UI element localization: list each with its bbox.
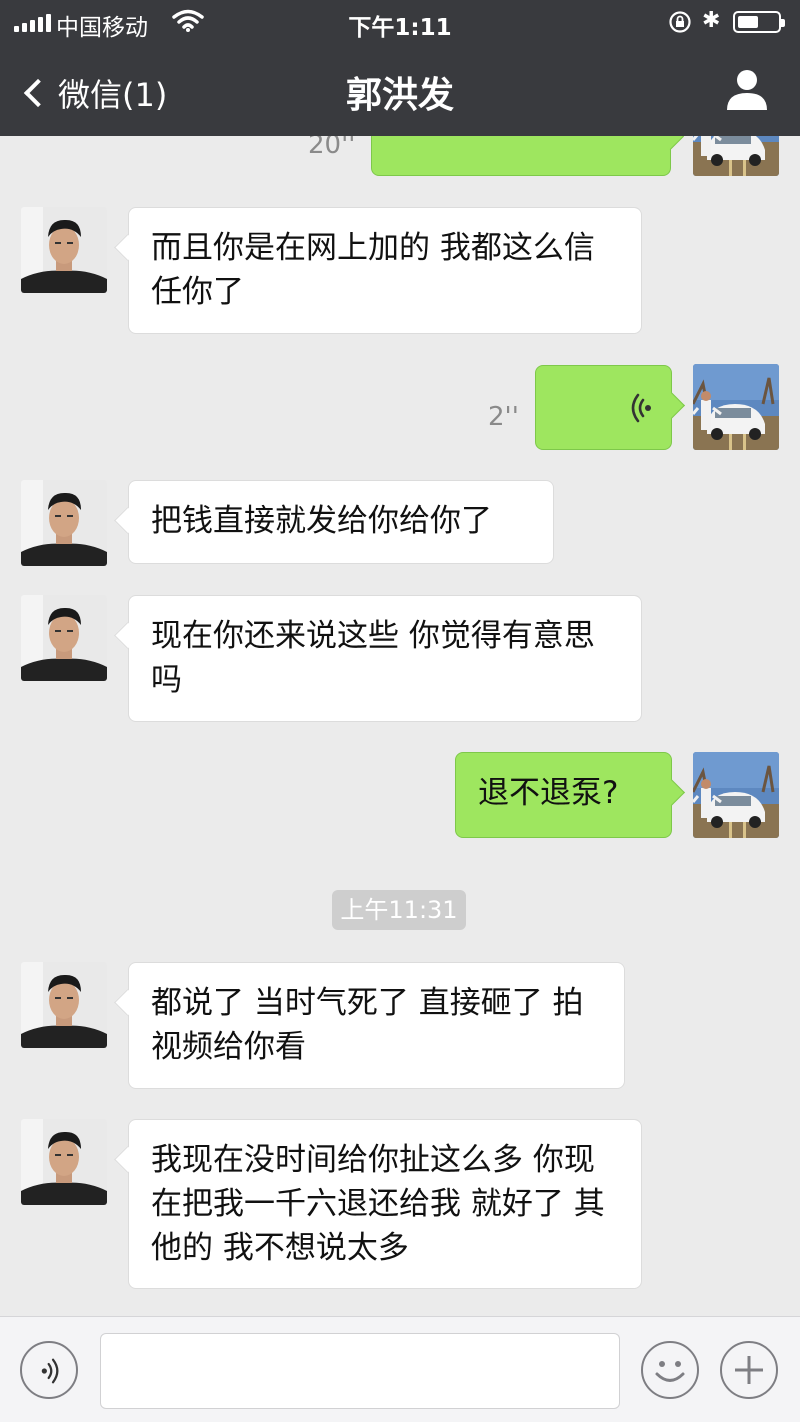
contact-avatar[interactable] [21,207,107,293]
text-message-bubble[interactable]: 退不退泵? [455,752,672,838]
bluetooth-icon: ✱ [702,8,721,33]
message-text: 把钱直接就发给你给你了 [151,503,492,539]
status-bar: 中国移动 下午1:11 ✱ [0,0,800,44]
voice-message-bubble[interactable] [535,365,672,450]
smiley-icon [655,1361,685,1382]
my-avatar[interactable] [693,752,779,838]
rotation-lock-icon [669,11,691,33]
text-message-bubble[interactable]: 而且你是在网上加的 我都这么信任你了 [128,207,642,334]
nav-bar: 微信(1) 郭洪发 [0,44,800,136]
contact-avatar[interactable] [21,480,107,566]
voice-wave-icon [40,1358,59,1384]
timestamp-label: 上午11:31 [332,890,466,930]
text-message-bubble[interactable]: 我现在没时间给你扯这么多 你现在把我一千六退还给我 就好了 其他的 我不想说太多 [128,1119,642,1289]
message-input[interactable] [100,1333,620,1409]
input-bar [0,1316,800,1422]
text-message-bubble[interactable]: 都说了 当时气死了 直接砸了 拍视频给你看 [128,962,625,1089]
contact-avatar[interactable] [21,962,107,1048]
emoji-button[interactable] [641,1341,699,1399]
my-avatar[interactable] [693,136,779,176]
contact-avatar[interactable] [21,1119,107,1205]
more-button[interactable] [720,1341,778,1399]
message-text: 现在你还来说这些 你觉得有意思吗 [151,618,595,698]
text-message-bubble[interactable]: 把钱直接就发给你给你了 [128,480,554,564]
voice-duration: 20'' [308,136,356,160]
battery-icon [733,11,785,33]
voice-message-bubble[interactable] [371,136,671,176]
voice-wave-icon [631,393,653,423]
message-text: 而且你是在网上加的 我都这么信任你了 [151,230,595,310]
chat-title: 郭洪发 [345,75,454,116]
voice-duration: 2'' [488,402,519,432]
contact-avatar[interactable] [21,595,107,681]
message-text: 都说了 当时气死了 直接砸了 拍视频给你看 [151,985,584,1065]
top-bar: 中国移动 下午1:11 ✱ 微信(1) 郭洪发 [0,0,800,136]
profile-icon[interactable] [724,66,770,112]
message-text: 我现在没时间给你扯这么多 你现在把我一千六退还给我 就好了 其他的 我不想说太多 [151,1142,605,1266]
message-text: 退不退泵? [478,775,619,811]
voice-input-button[interactable] [20,1341,78,1399]
text-message-bubble[interactable]: 现在你还来说这些 你觉得有意思吗 [128,595,642,722]
chat-area[interactable]: 20'' 而且你是在网上加的 我都这么信任你了 2'' 把钱直接就发给你给你了 … [0,136,800,1316]
plus-icon [735,1356,763,1384]
my-avatar[interactable] [693,364,779,450]
